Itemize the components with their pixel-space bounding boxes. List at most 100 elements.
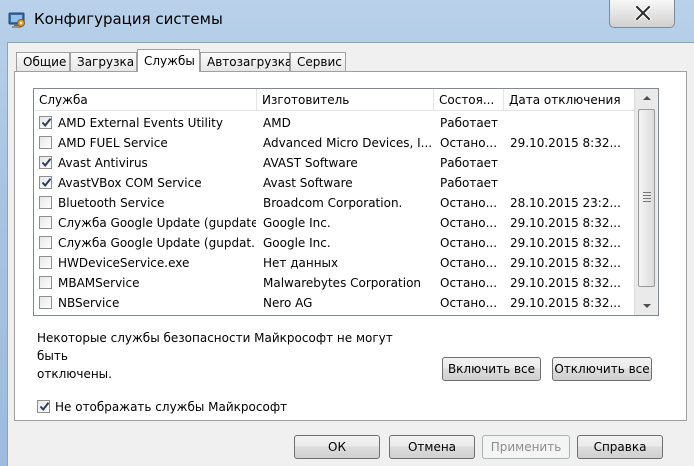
service-disable-date: 29.10.2015 8:32... [510,216,621,230]
service-manufacturer: Advanced Micro Devices, I... [263,136,433,150]
services-tab-panel: Служба Изготовитель Состоя... Дата отклю… [14,71,687,421]
scroll-up-button[interactable] [635,89,658,107]
scroll-grip-line [643,195,651,196]
table-row[interactable]: AvastVBox COM Service Avast Software Работ… [34,173,634,193]
service-checkbox[interactable] [39,136,52,149]
service-name: AvastVBox COM Service [58,176,202,190]
column-header-status[interactable]: Состоя... [434,89,504,111]
service-status: Остано... [440,136,498,150]
service-status: Работает [440,176,499,190]
ok-button[interactable]: ОК [294,435,380,459]
msconfig-app-icon [8,11,26,29]
service-status: Остано... [440,256,498,270]
service-checkbox[interactable] [39,276,52,289]
column-header-manufacturer[interactable]: Изготовитель [257,89,434,111]
note-line-2: отключены. [37,367,112,381]
service-name: Avast Antivirus [58,156,148,170]
table-row[interactable]: HWDeviceService.exe Нет данных Остано... 29… [34,253,634,273]
service-name: AMD External Events Utility [58,116,223,130]
tab-services[interactable]: Службы [137,49,200,72]
service-manufacturer: Malwarebytes Corporation [263,276,422,290]
title-bar[interactable]: Конфигурация системы [0,0,694,40]
hide-microsoft-services-checkbox[interactable] [37,400,50,413]
column-header-service[interactable]: Служба [34,89,257,111]
checkmark-icon [41,118,52,128]
service-status: Работает [440,116,499,130]
service-checkbox[interactable] [39,236,52,249]
services-list[interactable]: Служба Изготовитель Состоя... Дата отклю… [33,88,659,316]
service-checkbox[interactable] [39,156,52,169]
checkmark-icon [41,178,52,188]
note-line-1: Некоторые службы безопасности Майкрософт… [37,331,393,363]
service-manufacturer: Google Inc. [263,236,331,250]
window-title: Конфигурация системы [34,10,223,28]
tab-boot[interactable]: Загрузка [70,52,137,71]
scroll-up-arrow-icon [643,96,651,100]
service-status: Остано... [440,276,498,290]
table-row[interactable]: Avast Antivirus AVAST Software Работает [34,153,634,173]
service-status: Работает [440,156,499,170]
service-status: Остано... [440,216,498,230]
service-name: NBService [58,296,120,310]
service-name: HWDeviceService.exe [58,256,190,270]
hide-microsoft-services-label: Не отображать службы Майкрософт [55,400,288,414]
table-row[interactable]: MBAMService Malwarebytes Corporation Остан… [34,273,634,293]
table-row[interactable]: NMIndexingServiceNero AGОстано...29.10.2… [34,313,634,315]
close-button[interactable] [609,0,675,28]
column-header-disable-date[interactable]: Дата отключения [504,89,634,111]
service-name: Служба Google Update (gupdate) [58,216,256,230]
scroll-down-arrow-icon [643,304,651,308]
dialog-body: Общие Загрузка Службы Автозагрузка Серви… [7,42,694,466]
vertical-scrollbar[interactable] [634,89,658,315]
table-row[interactable]: AMD External Events Utility AMD Работает [34,113,634,133]
service-name: AMD FUEL Service [58,136,168,150]
checkmark-icon [41,158,52,168]
checkmark-icon [39,402,50,412]
table-row[interactable]: AMD FUEL Service Advanced Micro Devices, … [34,133,634,153]
service-checkbox[interactable] [39,256,52,269]
cancel-button[interactable]: Отмена [389,435,475,459]
service-disable-date: 29.10.2015 8:32... [510,236,621,250]
service-status: Остано... [440,196,498,210]
service-checkbox[interactable] [39,176,52,189]
service-manufacturer: AVAST Software [263,156,358,170]
close-icon [634,6,652,20]
service-disable-date: 29.10.2015 8:32... [510,256,621,270]
disable-all-button[interactable]: Отключить все [552,357,652,381]
service-name: MBAMService [58,276,140,290]
service-checkbox[interactable] [39,116,52,129]
enable-all-button[interactable]: Включить все [442,357,541,381]
service-status: Остано... [440,296,498,310]
scroll-down-button[interactable] [635,297,658,315]
scroll-grip-line [643,192,651,193]
table-row[interactable]: Служба Google Update (gupdate) Google Inc… [34,213,634,233]
list-header: Служба Изготовитель Состоя... Дата отклю… [34,89,634,111]
service-manufacturer: Google Inc. [263,216,331,230]
apply-button[interactable]: Применить [482,435,570,459]
service-name: Bluetooth Service [58,196,165,210]
help-button[interactable]: Справка [577,435,663,459]
scroll-thumb[interactable] [638,109,655,287]
service-name: Служба Google Update (gupdat... [58,236,256,250]
tab-startup[interactable]: Автозагрузка [200,52,292,71]
tab-tools[interactable]: Сервис [290,52,346,71]
table-row[interactable]: Служба Google Update (gupdat... Google In… [34,233,634,253]
service-manufacturer: Avast Software [263,176,353,190]
table-row[interactable]: Bluetooth Service Broadcom Corporation. Ос… [34,193,634,213]
service-disable-date: 29.10.2015 8:32... [510,276,621,290]
scroll-grip-line [643,201,651,202]
service-manufacturer: Broadcom Corporation. [263,196,403,210]
service-manufacturer: AMD [263,116,291,130]
scroll-grip-line [643,198,651,199]
service-disable-date: 29.10.2015 8:32... [510,136,621,150]
service-checkbox[interactable] [39,196,52,209]
service-status: Остано... [440,236,498,250]
security-services-note: Некоторые службы безопасности Майкрософт… [37,329,407,383]
service-checkbox[interactable] [39,296,52,309]
service-disable-date: 28.10.2015 23:2... [510,196,621,210]
service-checkbox[interactable] [39,216,52,229]
service-manufacturer: Nero AG [263,296,313,310]
service-manufacturer: Нет данных [263,256,339,270]
table-row[interactable]: NBService Nero AG Остано... 29.10.2015 8:32… [34,293,634,313]
tab-general[interactable]: Общие [16,52,70,71]
